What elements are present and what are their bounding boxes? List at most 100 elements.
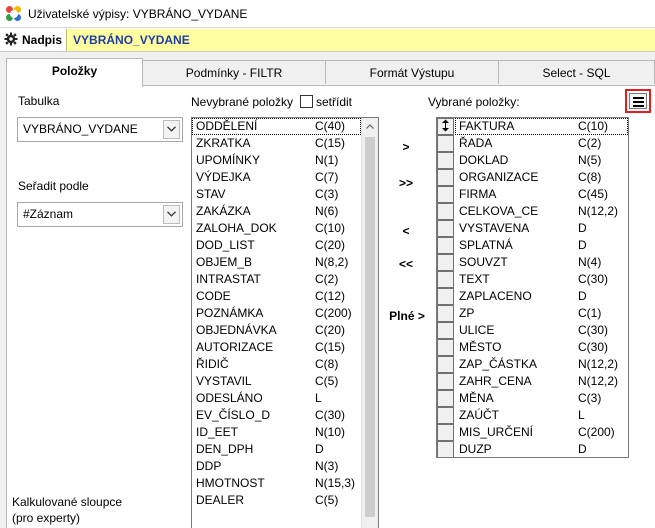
field-type: C(5) bbox=[315, 374, 339, 388]
list-item[interactable]: ORGANIZACE C(8) bbox=[455, 169, 628, 186]
sort-checkbox[interactable]: setřídit bbox=[300, 95, 352, 109]
scroll-thumb[interactable] bbox=[365, 137, 375, 517]
list-item[interactable]: ULICE C(30) bbox=[455, 322, 628, 339]
row-handle[interactable] bbox=[437, 373, 454, 390]
list-item[interactable]: STAV C(3) bbox=[192, 186, 361, 203]
list-item[interactable]: TEXT C(30) bbox=[455, 271, 628, 288]
field-type: C(30) bbox=[578, 340, 609, 354]
row-handle[interactable] bbox=[437, 271, 454, 288]
tab-select-sql[interactable]: Select - SQL bbox=[498, 60, 655, 84]
list-item[interactable]: ZAKÁZKA N(6) bbox=[192, 203, 361, 220]
row-handle[interactable] bbox=[437, 169, 454, 186]
list-item[interactable]: CODE C(12) bbox=[192, 288, 361, 305]
unselected-list[interactable]: ODDĚLENÍ C(40) ZKRATKA C(15) UPOMÍNKY N(1) VÝD… bbox=[191, 117, 379, 528]
list-item[interactable]: DUZP D bbox=[455, 441, 628, 457]
list-item[interactable]: CELKOVA_CE N(12,2) bbox=[455, 203, 628, 220]
field-name: ODESLÁNO bbox=[196, 391, 263, 405]
row-handle[interactable] bbox=[437, 407, 454, 424]
field-name: ZALOHA_DOK bbox=[196, 221, 277, 235]
row-handle[interactable] bbox=[437, 424, 454, 441]
list-item[interactable]: HMOTNOST N(15,3) bbox=[192, 475, 361, 492]
list-item[interactable]: UPOMÍNKY N(1) bbox=[192, 152, 361, 169]
chevron-down-icon[interactable] bbox=[163, 120, 180, 139]
list-item[interactable]: ZAHR_CENA N(12,2) bbox=[455, 373, 628, 390]
name-label: Nadpis bbox=[22, 32, 63, 47]
list-item[interactable]: ODDĚLENÍ C(40) bbox=[192, 118, 361, 135]
list-item[interactable]: OBJEM_B N(8,2) bbox=[192, 254, 361, 271]
selected-list[interactable]: FAKTURA C(10) ŘADA C(2) DOKLAD N(5) ORGANIZACE… bbox=[436, 117, 629, 458]
tab-polozky[interactable]: Položky bbox=[6, 58, 143, 87]
list-item[interactable]: EV_ČÍSLO_D C(30) bbox=[192, 407, 361, 424]
checkbox-box[interactable] bbox=[300, 95, 313, 108]
list-item[interactable]: MĚNA C(3) bbox=[455, 390, 628, 407]
list-item[interactable]: SOUVZT N(4) bbox=[455, 254, 628, 271]
row-handle[interactable] bbox=[437, 288, 454, 305]
list-item[interactable]: ŘIDIČ C(8) bbox=[192, 356, 361, 373]
list-item[interactable]: FIRMA C(45) bbox=[455, 186, 628, 203]
list-item[interactable]: DEN_DPH D bbox=[192, 441, 361, 458]
name-input[interactable]: VYBRÁNO_VYDANE bbox=[66, 28, 655, 51]
sort-select[interactable]: #Záznam bbox=[17, 202, 183, 227]
scrollbar[interactable] bbox=[361, 118, 378, 528]
list-item[interactable]: ODESLÁNO L bbox=[192, 390, 361, 407]
list-item[interactable]: FAKTURA C(10) bbox=[455, 118, 628, 135]
row-handle[interactable] bbox=[437, 135, 454, 152]
list-item[interactable]: AUTORIZACE C(15) bbox=[192, 339, 361, 356]
list-item[interactable]: DOKLAD N(5) bbox=[455, 152, 628, 169]
row-handle[interactable] bbox=[437, 356, 454, 373]
list-item[interactable]: SPLATNÁ D bbox=[455, 237, 628, 254]
row-handle[interactable] bbox=[437, 322, 454, 339]
list-item[interactable]: POZNÁMKA C(200) bbox=[192, 305, 361, 322]
list-item[interactable]: ZAP_ČÁSTKA N(12,2) bbox=[455, 356, 628, 373]
scroll-up-arrow-icon[interactable] bbox=[362, 118, 378, 135]
list-item[interactable]: ZALOHA_DOK C(10) bbox=[192, 220, 361, 237]
row-handle[interactable] bbox=[437, 254, 454, 271]
tab-podminky-filtr[interactable]: Podmínky - FILTR bbox=[142, 60, 326, 84]
list-item[interactable]: ZP C(1) bbox=[455, 305, 628, 322]
name-bar: Nadpis VYBRÁNO_VYDANE bbox=[0, 28, 655, 52]
list-item[interactable]: VYSTAVENA D bbox=[455, 220, 628, 237]
list-item[interactable]: ŘADA C(2) bbox=[455, 135, 628, 152]
add-all-button[interactable]: >> bbox=[394, 176, 418, 190]
list-item[interactable]: VYSTAVIL C(5) bbox=[192, 373, 361, 390]
list-item[interactable]: OBJEDNÁVKA C(20) bbox=[192, 322, 361, 339]
list-item[interactable]: ZAPLACENO D bbox=[455, 288, 628, 305]
list-item[interactable]: ZAÚČT L bbox=[455, 407, 628, 424]
full-add-button[interactable]: Plné > bbox=[385, 309, 429, 323]
hamburger-menu-icon[interactable] bbox=[625, 89, 651, 113]
row-handle[interactable] bbox=[437, 339, 454, 356]
list-item[interactable]: MĚSTO C(30) bbox=[455, 339, 628, 356]
list-item[interactable]: INTRASTAT C(2) bbox=[192, 271, 361, 288]
remove-button[interactable]: < bbox=[396, 224, 416, 238]
list-item[interactable]: DDP N(3) bbox=[192, 458, 361, 475]
field-name: INTRASTAT bbox=[196, 272, 261, 286]
field-type: C(200) bbox=[578, 425, 615, 439]
field-type: C(5) bbox=[315, 493, 339, 507]
row-handle[interactable] bbox=[437, 390, 454, 407]
add-button[interactable]: > bbox=[396, 140, 416, 154]
field-name: HMOTNOST bbox=[196, 476, 265, 490]
row-handle[interactable] bbox=[437, 441, 454, 457]
tab-format-vystupu[interactable]: Formát Výstupu bbox=[325, 60, 499, 84]
row-handle[interactable] bbox=[437, 203, 454, 220]
chevron-down-icon[interactable] bbox=[163, 205, 180, 224]
field-name: UPOMÍNKY bbox=[196, 153, 261, 167]
table-select[interactable]: VYBRÁNO_VYDANE bbox=[17, 117, 183, 142]
list-item[interactable]: MIS_URČENÍ C(200) bbox=[455, 424, 628, 441]
field-name: MIS_URČENÍ bbox=[459, 425, 534, 439]
list-item[interactable]: VÝDEJKA C(7) bbox=[192, 169, 361, 186]
field-type: C(2) bbox=[578, 136, 602, 150]
row-handle[interactable] bbox=[437, 220, 454, 237]
row-handle[interactable] bbox=[437, 152, 454, 169]
row-handle[interactable] bbox=[437, 237, 454, 254]
gear-icon[interactable] bbox=[3, 32, 19, 48]
remove-all-button[interactable]: << bbox=[394, 257, 418, 271]
list-item[interactable]: ID_EET N(10) bbox=[192, 424, 361, 441]
list-item[interactable]: DEALER C(5) bbox=[192, 492, 361, 509]
row-handle[interactable] bbox=[437, 186, 454, 203]
list-item[interactable]: ZKRATKA C(15) bbox=[192, 135, 361, 152]
list-item[interactable]: DOD_LIST C(20) bbox=[192, 237, 361, 254]
row-handle[interactable] bbox=[437, 305, 454, 322]
drag-handle-icon[interactable] bbox=[437, 118, 454, 135]
field-type: N(12,2) bbox=[578, 357, 619, 371]
